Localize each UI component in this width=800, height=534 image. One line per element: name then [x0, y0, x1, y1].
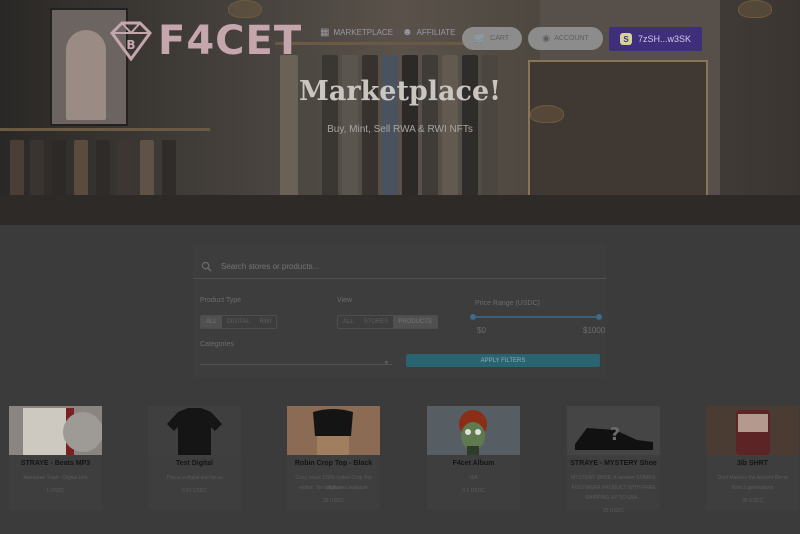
product-price: 0.01 USDC — [181, 488, 208, 494]
brand-name: F4CET — [158, 18, 303, 64]
product-description: Awesome Track - Digital Link — [23, 475, 88, 481]
product-type-all[interactable]: ALL — [201, 316, 222, 328]
cart-label: CART — [490, 35, 510, 42]
view-toggle: ALL STORES PRODUCTS — [337, 315, 438, 329]
search-bar[interactable] — [193, 255, 606, 279]
product-card[interactable]: ? STRAYE - MYSTERY Shoe MYSTERY SHOE! A … — [567, 406, 660, 514]
view-label: View — [337, 297, 353, 304]
product-description: MYSTERY SHOE! A random STRAYE — [571, 475, 656, 481]
product-card[interactable]: STRAYE - Beats MP3 Awesome Track - Digit… — [9, 406, 102, 510]
categories-label: Categories — [200, 341, 234, 348]
filter-panel: Product Type ALL DIGITAL RWI View ALL ST… — [193, 243, 606, 378]
cart-icon: 🛒 — [474, 33, 487, 43]
product-card[interactable]: Robin Crop Top - Black Cozy, black 100% … — [287, 406, 380, 510]
product-description: N/A — [469, 475, 478, 481]
nav-marketplace[interactable]: ▦ MARKETPLACE — [320, 27, 393, 38]
pendant-lamp — [228, 0, 262, 18]
account-icon: ◉ — [542, 33, 551, 43]
nav-marketplace-label: MARKETPLACE — [333, 28, 394, 37]
nav-affiliate-label: AFFILIATE — [416, 28, 456, 37]
svg-text:B: B — [126, 38, 135, 52]
pendant-lamp — [738, 0, 772, 18]
price-range-slider[interactable] — [470, 314, 602, 320]
product-type-rwi[interactable]: RWI — [255, 316, 277, 328]
diamond-logo-icon: B — [110, 21, 152, 61]
pendant-lamp — [530, 105, 564, 123]
product-description: edition. No duplicates available — [299, 485, 368, 491]
product-title: F4cet Album — [452, 460, 495, 467]
product-image — [9, 406, 102, 455]
product-description: Dorit Mantino the Ancient Blend — [717, 475, 788, 481]
hero-floor — [0, 195, 800, 225]
product-type-toggle: ALL DIGITAL RWI — [200, 315, 278, 329]
price-min-value: $0 — [477, 326, 486, 335]
garment — [140, 140, 154, 200]
product-title: STRAYE - Beats MP3 — [20, 460, 91, 467]
account-button[interactable]: ◉ ACCOUNT — [528, 27, 603, 50]
price-min-handle[interactable] — [470, 314, 476, 320]
product-card[interactable]: F4cet Album N/A 0.1 USDC — [427, 406, 520, 510]
product-image — [706, 406, 799, 455]
dropdown-caret-icon[interactable]: ▼ — [383, 360, 390, 367]
price-max-handle[interactable] — [596, 314, 602, 320]
view-stores[interactable]: STORES — [359, 316, 394, 328]
product-image: ? — [567, 406, 660, 455]
product-title: STRAYE - MYSTERY Shoe — [570, 460, 657, 467]
search-icon — [201, 261, 212, 272]
price-range-label: Price Range (USDC) — [475, 300, 540, 307]
product-price: 0.1 USDC — [462, 488, 485, 494]
product-image — [427, 406, 520, 455]
product-card[interactable]: Test Digital This is a digital test for … — [148, 406, 241, 510]
product-title: Robin Crop Top - Black — [294, 460, 373, 467]
page-subtitle: Buy, Mint, Sell RWA & RWI NFTs — [327, 124, 473, 135]
people-icon: ☻ — [402, 27, 413, 38]
view-all[interactable]: ALL — [338, 316, 359, 328]
nav-affiliate[interactable]: ☻ AFFILIATE — [402, 27, 456, 38]
product-price: 35 USDC — [741, 498, 764, 504]
account-label: ACCOUNT — [554, 35, 589, 42]
product-image — [148, 406, 241, 455]
product-description: FOOTWEAR PRODUCT WITH FREE — [571, 485, 656, 491]
view-products[interactable]: PRODUCTS — [393, 316, 437, 328]
product-image — [287, 406, 380, 455]
apply-filters-button[interactable]: APPLY FILTERS — [406, 354, 600, 367]
search-input[interactable] — [221, 262, 561, 271]
product-price: 25 USDC — [602, 508, 625, 514]
page-title: Marketplace! — [298, 76, 502, 107]
garment — [10, 140, 24, 200]
product-price: 1 USDC — [46, 488, 65, 494]
product-price: 25 USDC — [322, 498, 345, 504]
wallet-button[interactable]: S 7zSH...w3SK — [609, 27, 702, 51]
price-max-value: $1000 — [583, 326, 606, 335]
svg-text:?: ? — [610, 424, 620, 445]
brand-logo[interactable]: B F4CET — [108, 18, 302, 64]
product-card[interactable]: 3lb SHRT Dorit Mantino the Ancient Blend… — [706, 406, 799, 510]
product-description: SHIPPING UP TO USA... — [585, 495, 642, 501]
wallet-address: 7zSH...w3SK — [637, 34, 692, 44]
product-title: Test Digital — [175, 460, 214, 467]
product-type-label: Product Type — [200, 297, 242, 304]
product-type-digital[interactable]: DIGITAL — [222, 316, 255, 328]
product-description: This is a digital test for us — [166, 475, 223, 481]
categories-select[interactable] — [200, 364, 392, 365]
product-description: from 3 generations — [731, 485, 774, 491]
store-icon: ▦ — [320, 27, 330, 38]
solana-icon: S — [619, 33, 632, 45]
cart-button[interactable]: 🛒 CART — [462, 27, 522, 50]
product-title: 3lb SHRT — [736, 460, 769, 467]
